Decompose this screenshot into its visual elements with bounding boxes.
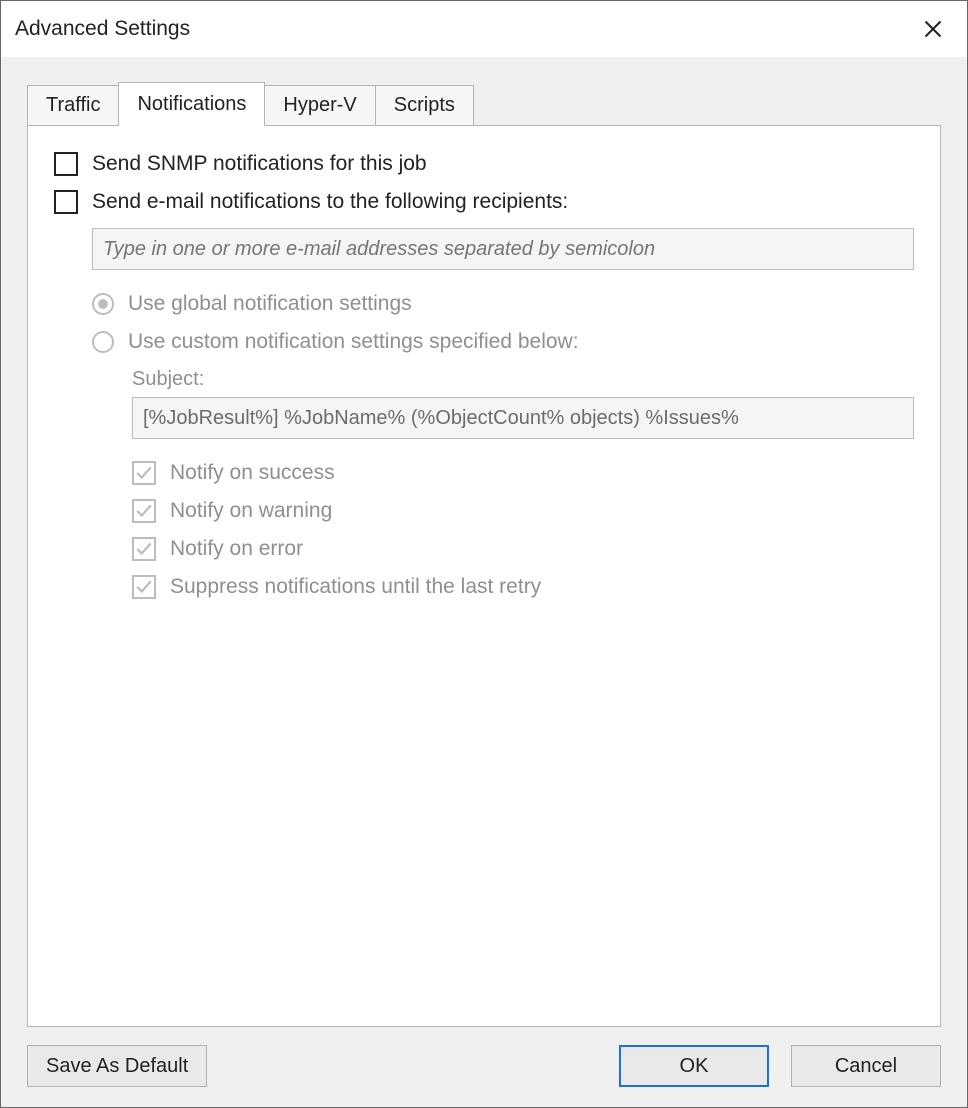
titlebar: Advanced Settings <box>1 1 967 57</box>
tab-panel-notifications: Send SNMP notifications for this job Sen… <box>27 125 941 1027</box>
notify-success-row: Notify on success <box>132 461 914 485</box>
radio-global[interactable] <box>92 293 114 315</box>
notify-error-label: Notify on error <box>170 537 303 561</box>
email-row: Send e-mail notifications to the followi… <box>54 190 914 214</box>
snmp-checkbox[interactable] <box>54 152 78 176</box>
notify-error-row: Notify on error <box>132 537 914 561</box>
close-button[interactable] <box>913 9 953 49</box>
radio-global-row: Use global notification settings <box>92 292 914 316</box>
email-checkbox[interactable] <box>54 190 78 214</box>
tab-scripts[interactable]: Scripts <box>375 85 474 125</box>
suppress-row: Suppress notifications until the last re… <box>132 575 914 599</box>
subject-label-wrap: Subject: <box>132 368 914 391</box>
subject-input[interactable] <box>132 397 914 439</box>
suppress-checkbox[interactable] <box>132 575 156 599</box>
notify-warning-checkbox[interactable] <box>132 499 156 523</box>
radio-global-label: Use global notification settings <box>128 292 412 316</box>
dialog-title: Advanced Settings <box>15 17 190 41</box>
notify-warning-row: Notify on warning <box>132 499 914 523</box>
notify-error-checkbox[interactable] <box>132 537 156 561</box>
subject-label: Subject: <box>132 368 204 390</box>
tab-traffic[interactable]: Traffic <box>27 85 119 125</box>
notify-success-checkbox[interactable] <box>132 461 156 485</box>
dialog-body: Traffic Notifications Hyper-V Scripts Se… <box>1 57 967 1107</box>
radio-custom-row: Use custom notification settings specifi… <box>92 330 914 354</box>
snmp-label: Send SNMP notifications for this job <box>92 152 427 176</box>
snmp-row: Send SNMP notifications for this job <box>54 152 914 176</box>
email-recipients-input[interactable] <box>92 228 914 270</box>
ok-button[interactable]: OK <box>619 1045 769 1087</box>
close-icon <box>923 19 943 39</box>
button-row: Save As Default OK Cancel <box>27 1027 941 1087</box>
notify-warning-label: Notify on warning <box>170 499 332 523</box>
tab-hyper-v[interactable]: Hyper-V <box>264 85 375 125</box>
email-input-wrap <box>92 228 914 270</box>
save-as-default-button[interactable]: Save As Default <box>27 1045 207 1087</box>
advanced-settings-dialog: Advanced Settings Traffic Notifications … <box>0 0 968 1108</box>
radio-custom-label: Use custom notification settings specifi… <box>128 330 579 354</box>
notify-success-label: Notify on success <box>170 461 335 485</box>
email-label: Send e-mail notifications to the followi… <box>92 190 568 214</box>
subject-input-wrap <box>132 397 914 439</box>
tabstrip: Traffic Notifications Hyper-V Scripts <box>27 83 941 125</box>
suppress-label: Suppress notifications until the last re… <box>170 575 541 599</box>
tab-notifications[interactable]: Notifications <box>118 82 265 126</box>
radio-custom[interactable] <box>92 331 114 353</box>
cancel-button[interactable]: Cancel <box>791 1045 941 1087</box>
